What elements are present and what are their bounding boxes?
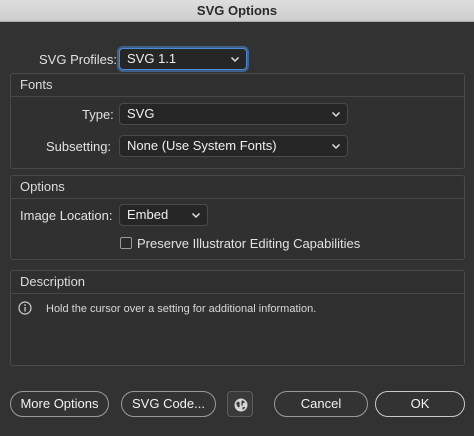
preserve-editing-label[interactable]: Preserve Illustrator Editing Capabilitie… [137,236,360,251]
section-divider [11,293,464,294]
subsetting-label: Subsetting: [46,139,112,154]
font-type-select[interactable]: SVG [119,103,348,125]
options-section-title: Options [20,179,65,194]
chevron-down-icon [191,210,201,220]
subsetting-select[interactable]: None (Use System Fonts) [119,135,348,157]
image-location-label: Image Location: [20,208,113,223]
section-divider [11,96,464,97]
image-location-value: Embed [127,207,169,222]
font-type-label: Type: [82,107,114,122]
ok-button[interactable]: OK [375,391,465,417]
window-titlebar: SVG Options [0,0,474,22]
chevron-down-icon [331,141,341,151]
description-section-title: Description [20,274,86,289]
more-options-button[interactable]: More Options [10,391,109,417]
info-icon [18,301,32,315]
section-divider [11,198,464,199]
svg-profiles-select[interactable]: SVG 1.1 [119,48,247,70]
svg-profiles-label: SVG Profiles: [39,52,118,67]
preserve-editing-checkbox[interactable] [120,237,132,249]
description-text: Hold the cursor over a setting for addit… [46,303,317,315]
chevron-down-icon [230,54,240,64]
web-preview-button[interactable] [227,391,253,417]
chevron-down-icon [331,109,341,119]
description-section: Description [10,270,465,366]
window-title: SVG Options [196,3,278,18]
font-type-value: SVG [127,106,155,121]
fonts-section-title: Fonts [20,77,53,92]
cancel-button[interactable]: Cancel [274,391,368,417]
svg-code-button[interactable]: SVG Code... [121,391,216,417]
image-location-select[interactable]: Embed [119,204,208,226]
globe-icon [234,398,248,412]
subsetting-value: None (Use System Fonts) [127,138,277,153]
svg-profiles-value: SVG 1.1 [127,51,177,66]
